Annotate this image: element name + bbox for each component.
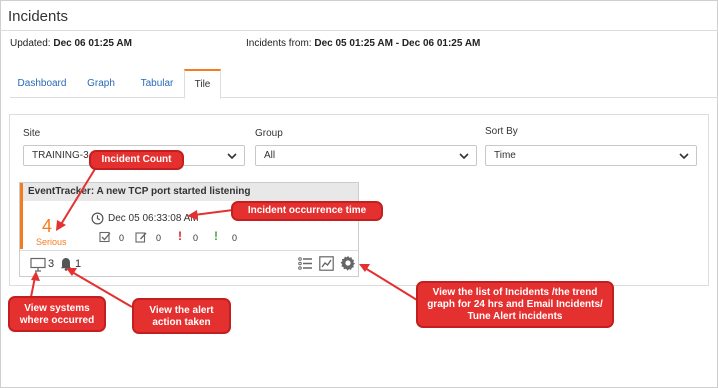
site-label: Site [23, 128, 41, 139]
list-icon[interactable] [298, 256, 313, 271]
chevron-down-icon [459, 153, 469, 160]
tile-panel: Site TRAINING-3 Group All Sort By Time E… [9, 114, 709, 286]
page-title: Incidents [8, 8, 69, 25]
stat-acknowledged: 0 [119, 233, 125, 243]
range-label: Incidents from: [246, 38, 312, 49]
sort-label: Sort By [485, 126, 518, 137]
gear-icon[interactable] [340, 255, 356, 271]
callout-occurrence-time: Incident occurrence time [231, 201, 383, 221]
callout-systems: View systems where occurred [8, 296, 106, 332]
alerts-count[interactable]: 1 [75, 258, 81, 270]
systems-count[interactable]: 3 [48, 258, 54, 270]
tab-graph[interactable]: Graph [78, 69, 124, 98]
edit-icon [135, 232, 147, 243]
site-select-value: TRAINING-3 [32, 150, 89, 161]
range-value: Dec 05 01:25 AM - Dec 06 01:25 AM [314, 38, 481, 49]
view-tabs: Dashboard Graph Tabular Tile [10, 69, 718, 99]
warning-red-icon: ! [178, 229, 182, 243]
incident-count[interactable]: 4 [42, 216, 52, 237]
tile-header: EventTracker: A new TCP port started lis… [20, 183, 358, 201]
callout-incident-count: Incident Count [89, 150, 184, 170]
tile-title[interactable]: EventTracker: A new TCP port started lis… [28, 186, 250, 197]
stat-critical: 0 [193, 233, 199, 243]
updated-info: Updated: Dec 06 01:25 AM [10, 38, 132, 49]
updated-label: Updated: [10, 38, 51, 49]
sort-select[interactable]: Time [485, 145, 697, 166]
monitor-icon[interactable] [30, 257, 46, 272]
incident-range: Incidents from: Dec 05 01:25 AM - Dec 06… [246, 38, 480, 49]
clock-icon [91, 212, 104, 225]
chevron-down-icon [679, 153, 689, 160]
stat-notes: 0 [156, 233, 162, 243]
tab-tabular[interactable]: Tabular [128, 69, 186, 98]
severity-label: Serious [36, 237, 67, 247]
incident-tile[interactable]: EventTracker: A new TCP port started lis… [19, 182, 359, 277]
callout-alert-action: View the alert action taken [132, 298, 231, 334]
callout-list-graph: View the list of Incidents /the trend gr… [416, 281, 614, 328]
trend-graph-icon[interactable] [319, 256, 334, 271]
bell-icon[interactable] [59, 256, 73, 271]
sort-select-value: Time [494, 150, 516, 161]
title-divider [0, 30, 718, 31]
checkbox-icon [99, 231, 111, 243]
warning-green-icon: ! [214, 229, 218, 243]
group-label: Group [255, 128, 283, 139]
occurrence-time: Dec 05 06:33:08 AM [108, 213, 199, 224]
group-select-value: All [264, 150, 276, 161]
tab-dashboard[interactable]: Dashboard [10, 69, 74, 98]
group-select[interactable]: All [255, 145, 477, 166]
updated-value: Dec 06 01:25 AM [53, 38, 132, 49]
tile-footer: 3 1 [20, 250, 358, 278]
severity-stripe [20, 201, 23, 249]
stat-resolved: 0 [232, 233, 238, 243]
chevron-down-icon [227, 153, 237, 160]
tab-tile[interactable]: Tile [184, 69, 221, 99]
